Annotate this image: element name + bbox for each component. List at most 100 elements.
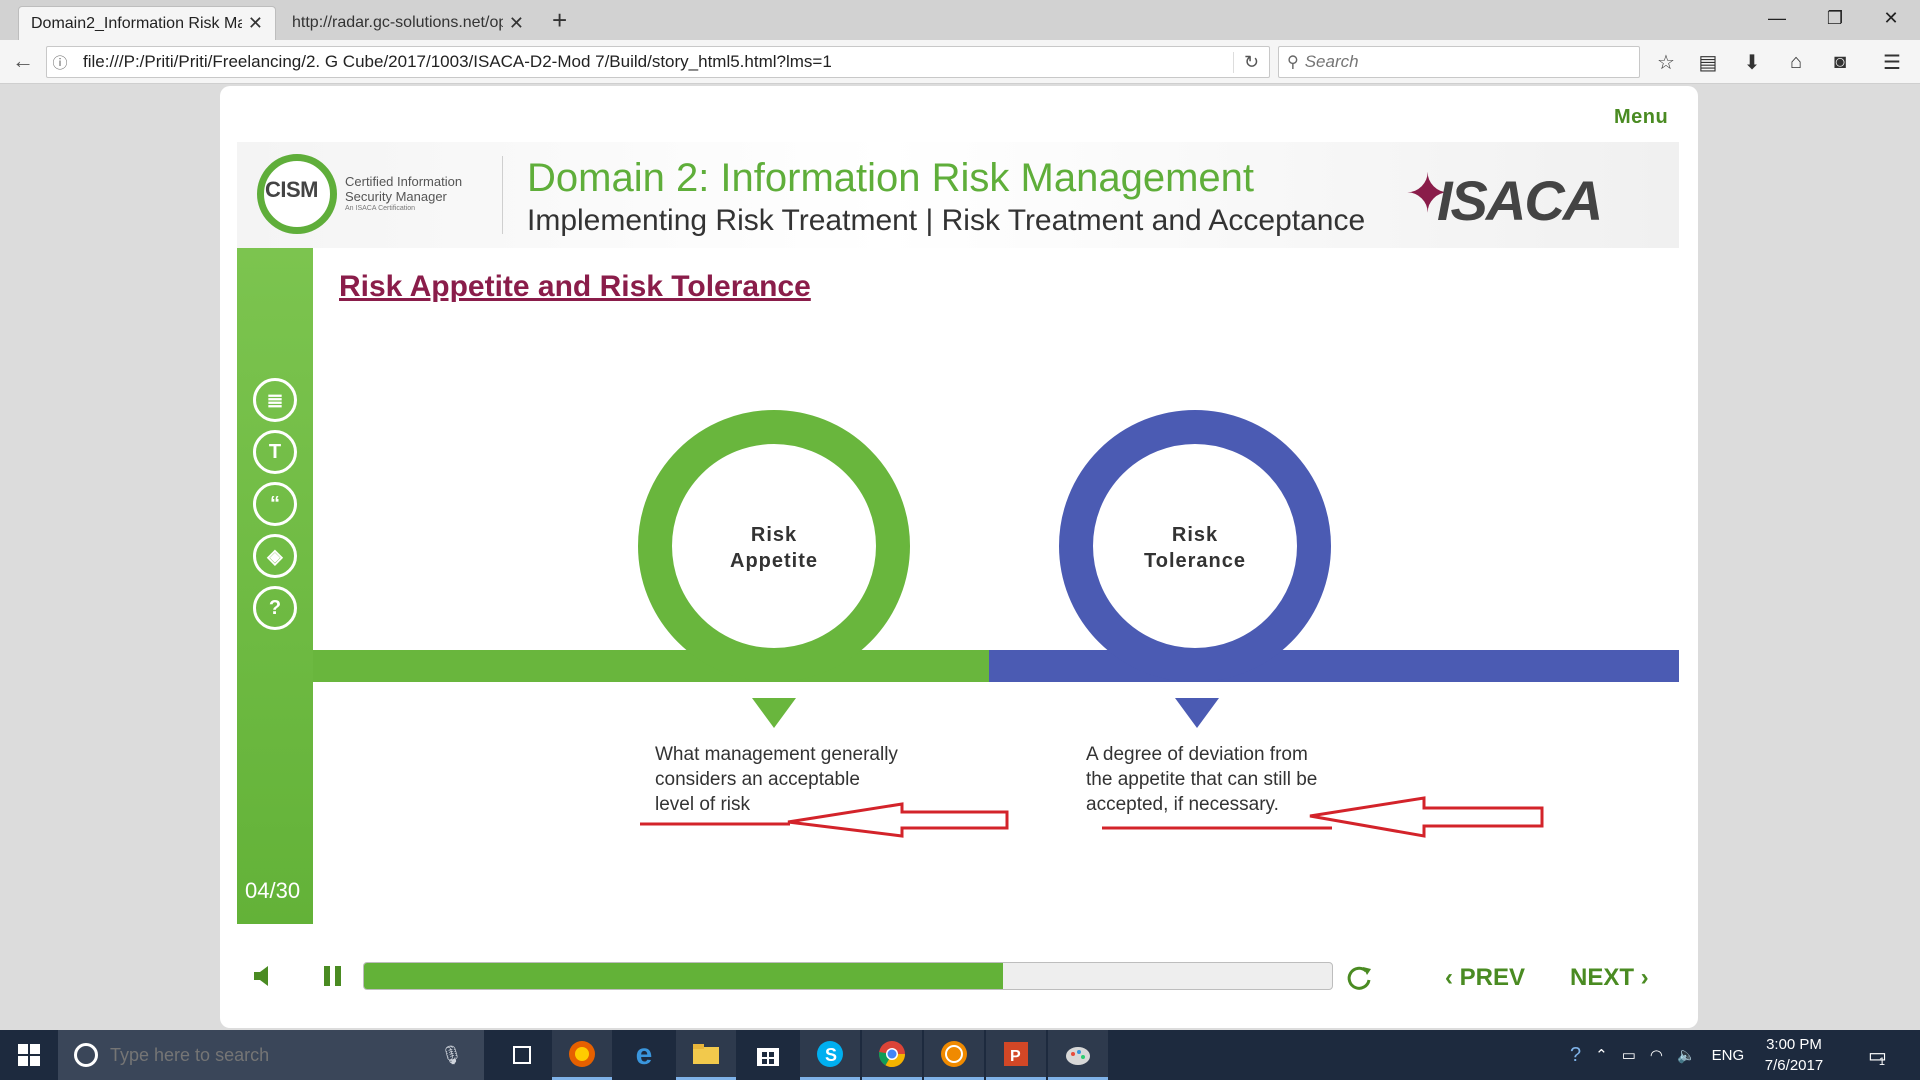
help-icon[interactable]: ? <box>253 586 297 630</box>
tab-title: http://radar.gc-solutions.net/ope <box>292 14 503 31</box>
powerpoint-icon[interactable]: P <box>986 1030 1046 1080</box>
chevron-up-icon[interactable]: ⌃ <box>1595 1046 1608 1064</box>
taskbar-search-input[interactable] <box>110 1044 440 1066</box>
address-bar[interactable]: ⓘ file:///P:/Priti/Priti/Freelancing/2. … <box>46 46 1270 78</box>
clock-date: 7/6/2017 <box>1764 1057 1824 1074</box>
menu-button[interactable]: Menu <box>1614 106 1668 129</box>
close-tab-icon[interactable]: ✕ <box>509 13 524 34</box>
tolerance-bar <box>989 650 1679 682</box>
svg-text:S: S <box>825 1045 837 1065</box>
firefox-icon[interactable] <box>552 1030 612 1080</box>
risk-appetite-label: Risk Appetite <box>704 522 844 574</box>
cism-subtitle-line: Security Manager <box>345 189 447 204</box>
wifi-icon[interactable]: ◠ <box>1650 1046 1663 1064</box>
url-text[interactable]: file:///P:/Priti/Priti/Freelancing/2. G … <box>73 52 1233 72</box>
course-player: Menu CISM Certified Information Security… <box>220 86 1698 1028</box>
appetite-pointer-icon <box>752 698 796 728</box>
description-line: level of risk <box>655 794 751 815</box>
playback-progress-bar[interactable] <box>363 962 1333 990</box>
next-button[interactable]: NEXT › <box>1570 964 1649 992</box>
risk-tolerance-description: A degree of deviation from the appetite … <box>1086 742 1317 817</box>
clock-time: 3:00 PM <box>1766 1036 1822 1053</box>
bookmark-star-icon[interactable]: ☆ <box>1650 48 1682 76</box>
microphone-icon[interactable]: 🎙 <box>440 1045 463 1066</box>
quote-icon[interactable]: “ <box>253 482 297 526</box>
chrome-icon[interactable] <box>862 1030 922 1080</box>
taskbar-search[interactable]: 🎙 <box>58 1030 484 1080</box>
tab-course[interactable]: Domain2_Information Risk Mana ✕ <box>18 6 276 40</box>
restore-icon[interactable]: ❐ <box>1812 0 1858 36</box>
slide-counter: 04/30 <box>245 878 301 903</box>
reading-list-icon[interactable]: ▤ <box>1692 48 1724 76</box>
course-sidebar: ≣ T “ ◈ ? 04/30 <box>237 248 313 924</box>
vlc-icon[interactable] <box>924 1030 984 1080</box>
next-label: NEXT <box>1570 964 1635 991</box>
edge-icon[interactable]: e <box>614 1030 674 1080</box>
start-button[interactable] <box>0 1030 58 1080</box>
task-view-icon[interactable] <box>492 1030 552 1080</box>
close-window-icon[interactable]: ✕ <box>1868 0 1914 36</box>
isaca-logo: ISACA <box>1437 169 1603 232</box>
replay-icon[interactable] <box>1344 962 1376 994</box>
svg-text:P: P <box>1010 1048 1021 1065</box>
help-tray-icon[interactable]: ? <box>1570 1044 1581 1067</box>
circle-label-line: Appetite <box>730 550 818 572</box>
circle-label-line: Risk <box>1171 524 1219 546</box>
notification-count: 1 <box>1878 1056 1886 1068</box>
minimize-icon[interactable]: — <box>1754 0 1800 36</box>
description-line: accepted, if necessary. <box>1086 794 1279 815</box>
close-tab-icon[interactable]: ✕ <box>248 13 263 34</box>
browser-search[interactable]: ⚲ <box>1278 46 1640 78</box>
risk-appetite-description: What management generally considers an a… <box>655 742 898 817</box>
pause-icon[interactable] <box>320 962 346 990</box>
volume-icon[interactable] <box>248 962 276 990</box>
cortana-icon[interactable] <box>74 1043 98 1067</box>
course-banner: CISM Certified Information Security Mana… <box>237 142 1679 248</box>
hamburger-menu-icon[interactable]: ☰ <box>1876 48 1908 76</box>
paint-icon[interactable] <box>1048 1030 1108 1080</box>
notes-icon[interactable]: ≣ <box>253 378 297 422</box>
clock[interactable]: 3:00 PM 7/6/2017 <box>1754 1034 1834 1076</box>
description-line: A degree of deviation from <box>1086 744 1308 765</box>
risk-tolerance-label: Risk Tolerance <box>1125 522 1265 574</box>
cism-subtitle: Certified Information Security Manager A… <box>345 174 465 214</box>
tab-title: Domain2_Information Risk Mana <box>31 14 242 32</box>
battery-icon[interactable]: ▭ <box>1622 1046 1636 1064</box>
info-icon[interactable]: ⓘ <box>47 52 73 73</box>
browser-navbar: ← ⓘ file:///P:/Priti/Priti/Freelancing/2… <box>0 40 1920 84</box>
tab-radar[interactable]: http://radar.gc-solutions.net/ope ✕ <box>280 6 536 40</box>
description-line: the appetite that can still be <box>1086 769 1318 790</box>
transcript-icon[interactable]: T <box>253 430 297 474</box>
circle-label-line: Risk <box>750 524 798 546</box>
reload-icon[interactable]: ↻ <box>1233 51 1269 73</box>
chevron-right-icon: › <box>1634 964 1649 991</box>
appetite-bar <box>313 650 989 682</box>
description-line: considers an acceptable <box>655 769 860 790</box>
chevron-left-icon: ‹ <box>1445 964 1460 991</box>
system-tray: ? ⌃ ▭ ◠ 🔈 ENG <box>1570 1030 1744 1080</box>
domain-title: Domain 2: Information Risk Management <box>527 156 1254 200</box>
windows-logo-icon <box>18 1044 40 1066</box>
search-input[interactable] <box>1304 52 1625 72</box>
edge-glyph: e <box>635 1038 653 1071</box>
resources-icon[interactable]: ◈ <box>253 534 297 578</box>
store-icon[interactable] <box>738 1030 798 1080</box>
prev-label: PREV <box>1459 964 1526 991</box>
cism-tagline: An ISACA Certification <box>345 205 416 212</box>
circle-label-line: Tolerance <box>1144 550 1246 572</box>
home-icon[interactable]: ⌂ <box>1780 48 1812 76</box>
prev-button[interactable]: ‹ PREV <box>1445 964 1525 992</box>
language-indicator[interactable]: ENG <box>1712 1047 1745 1064</box>
file-explorer-icon[interactable] <box>676 1030 736 1080</box>
skype-icon[interactable]: S <box>800 1030 860 1080</box>
progress-fill <box>364 963 1003 989</box>
search-icon: ⚲ <box>1287 54 1299 71</box>
download-icon[interactable]: ⬇ <box>1736 48 1768 76</box>
pocket-icon[interactable]: ◙ <box>1824 48 1856 76</box>
back-arrow-icon[interactable]: ← <box>12 48 34 74</box>
new-tab-button[interactable]: + <box>552 6 567 34</box>
action-center-icon[interactable]: ▭ 1 <box>1868 1030 1887 1080</box>
volume-tray-icon[interactable]: 🔈 <box>1677 1046 1696 1064</box>
cism-logo-text: CISM <box>265 177 319 202</box>
description-line: What management generally <box>655 744 898 765</box>
